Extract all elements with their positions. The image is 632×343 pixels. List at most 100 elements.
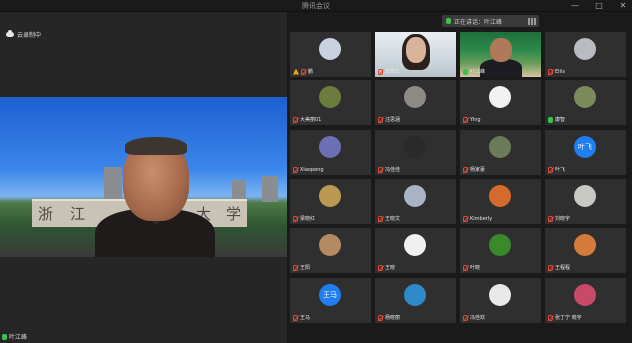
participant-name: 王马 xyxy=(300,315,311,321)
mic-muted-icon xyxy=(548,264,553,271)
participant-name: 杨家豪 xyxy=(470,167,486,173)
participant-name: 李晓华 xyxy=(385,69,401,75)
participant-name: 王程程 xyxy=(555,265,571,271)
participant-name-label: 刘晓宇 xyxy=(548,215,570,222)
mic-muted-icon xyxy=(378,166,383,173)
mic-muted-icon xyxy=(463,314,468,321)
participant-tile[interactable]: 汪思涵 xyxy=(375,80,456,125)
grid-view-icon[interactable] xyxy=(528,17,536,25)
participant-tile[interactable]: 王晓 xyxy=(375,228,456,273)
participant-tile[interactable]: 叶晓 xyxy=(460,228,541,273)
participant-name-label: 杨晓丽 xyxy=(378,314,400,321)
mic-muted-icon xyxy=(463,117,468,123)
participant-name-label: 大美丽01 xyxy=(293,116,321,123)
gate-character: 学 xyxy=(226,205,242,223)
participant-name: 杨晓丽 xyxy=(385,315,401,321)
mic-on-icon xyxy=(463,68,468,75)
participant-name-label: 杨家豪 xyxy=(463,166,485,173)
participant-name: 叶飞 xyxy=(555,167,566,173)
participant-name-label: Xiaopeng xyxy=(293,167,324,173)
participant-name-label: 叶江峰 xyxy=(463,68,485,75)
participant-tile[interactable]: 张丁宁 晓宇 xyxy=(545,278,626,323)
cloud-recording-indicator[interactable]: 云录制中 xyxy=(6,30,41,39)
maximize-button[interactable]: □ xyxy=(594,1,604,11)
mic-muted-icon xyxy=(301,68,306,75)
participant-name: 叶江峰 xyxy=(470,69,486,75)
participant-tile[interactable]: 冯佳欢 xyxy=(460,278,541,323)
participant-tile[interactable]: Ellis xyxy=(545,32,626,77)
participant-name: Kimberly xyxy=(470,216,493,222)
participant-name: 鹏 xyxy=(308,69,314,75)
participant-name-label: 李晓华 xyxy=(378,68,400,75)
participant-tile[interactable]: 王程程 xyxy=(545,228,626,273)
avatar-initials: 王马 xyxy=(323,291,337,299)
participant-tile[interactable]: 康智 xyxy=(545,80,626,125)
participant-name: 叶晓 xyxy=(470,265,481,271)
participant-name-label: 冯佳佳 xyxy=(378,166,400,173)
participant-name-label: 王晓 xyxy=(378,264,395,271)
participant-name-label: 王晓文 xyxy=(378,215,400,222)
participant-avatar xyxy=(489,86,511,108)
participant-name: 梁晓红 xyxy=(300,216,316,222)
participant-tile[interactable]: 王晓文 xyxy=(375,179,456,224)
participant-tile[interactable]: 杨晓丽 xyxy=(375,278,456,323)
participant-avatar xyxy=(574,234,596,256)
mic-muted-icon xyxy=(548,69,553,75)
mic-muted-icon xyxy=(463,264,468,271)
recording-label: 云录制中 xyxy=(17,32,42,39)
participant-tile[interactable]: 叶飞 叶飞 xyxy=(545,130,626,175)
active-speaker-video[interactable]: 浙 江 大 学 xyxy=(0,97,287,257)
participant-tile[interactable]: 冯佳佳 xyxy=(375,130,456,175)
gate-character: 江 xyxy=(70,205,86,223)
minimize-button[interactable]: — xyxy=(570,1,580,11)
participant-tile[interactable]: Ying xyxy=(460,80,541,125)
warning-icon xyxy=(293,68,299,75)
participant-tile[interactable]: 刘晓宇 xyxy=(545,179,626,224)
title-bar: 腾讯会议 — □ ✕ xyxy=(0,0,632,12)
participant-name: 康智 xyxy=(555,117,566,123)
mic-muted-icon xyxy=(463,166,468,173)
participant-tile[interactable]: 叶江峰 xyxy=(460,32,541,77)
speaking-indicator-bar[interactable]: 正在讲话：叶江峰 xyxy=(442,15,539,27)
window-title: 腾讯会议 xyxy=(302,2,330,10)
participant-name-label: 梁晓红 xyxy=(293,215,315,222)
participant-name: 王晓文 xyxy=(385,216,401,222)
window-controls: — □ ✕ xyxy=(570,1,628,11)
mic-muted-icon xyxy=(293,215,298,222)
mic-muted-icon xyxy=(378,68,383,75)
participant-name-label: Kimberly xyxy=(463,216,492,222)
participant-name: 张丁宁 晓宇 xyxy=(555,315,582,321)
participant-avatar xyxy=(574,38,596,60)
participant-avatar xyxy=(404,284,426,306)
participant-tile[interactable]: 王阳 xyxy=(290,228,371,273)
participant-tile[interactable]: 梁晓红 xyxy=(290,179,371,224)
mic-muted-icon xyxy=(548,215,553,222)
participant-name-label: 叶晓 xyxy=(463,264,480,271)
participant-tile[interactable]: 杨家豪 xyxy=(460,130,541,175)
participant-name-label: 鹏 xyxy=(293,68,313,75)
participant-name: 王晓 xyxy=(385,265,396,271)
participant-tile[interactable]: Xiaopeng xyxy=(290,130,371,175)
speaker-hair xyxy=(125,137,187,155)
participant-name-label: 汪思涵 xyxy=(378,116,400,123)
participant-face xyxy=(406,37,426,63)
speaker-person xyxy=(95,137,215,257)
participant-name-label: 王程程 xyxy=(548,264,570,271)
participant-avatar: 王马 xyxy=(319,284,341,306)
mic-muted-icon xyxy=(378,215,383,222)
participant-name: 冯佳欢 xyxy=(470,315,486,321)
participant-avatar xyxy=(319,86,341,108)
mic-on-icon xyxy=(2,333,7,340)
participant-tile[interactable]: 王马 王马 xyxy=(290,278,371,323)
participant-tile[interactable]: 李晓华 xyxy=(375,32,456,77)
self-name-label: 叶江峰 xyxy=(2,332,27,341)
participant-name: Ying xyxy=(470,117,481,123)
participant-name-label: 王马 xyxy=(293,314,310,321)
participant-tile[interactable]: 鹏 xyxy=(290,32,371,77)
participant-avatar xyxy=(319,185,341,207)
gate-character: 浙 xyxy=(38,205,54,223)
participant-name-label: 叶飞 xyxy=(548,166,565,173)
participant-tile[interactable]: Kimberly xyxy=(460,179,541,224)
close-button[interactable]: ✕ xyxy=(618,1,628,11)
participant-tile[interactable]: 大美丽01 xyxy=(290,80,371,125)
